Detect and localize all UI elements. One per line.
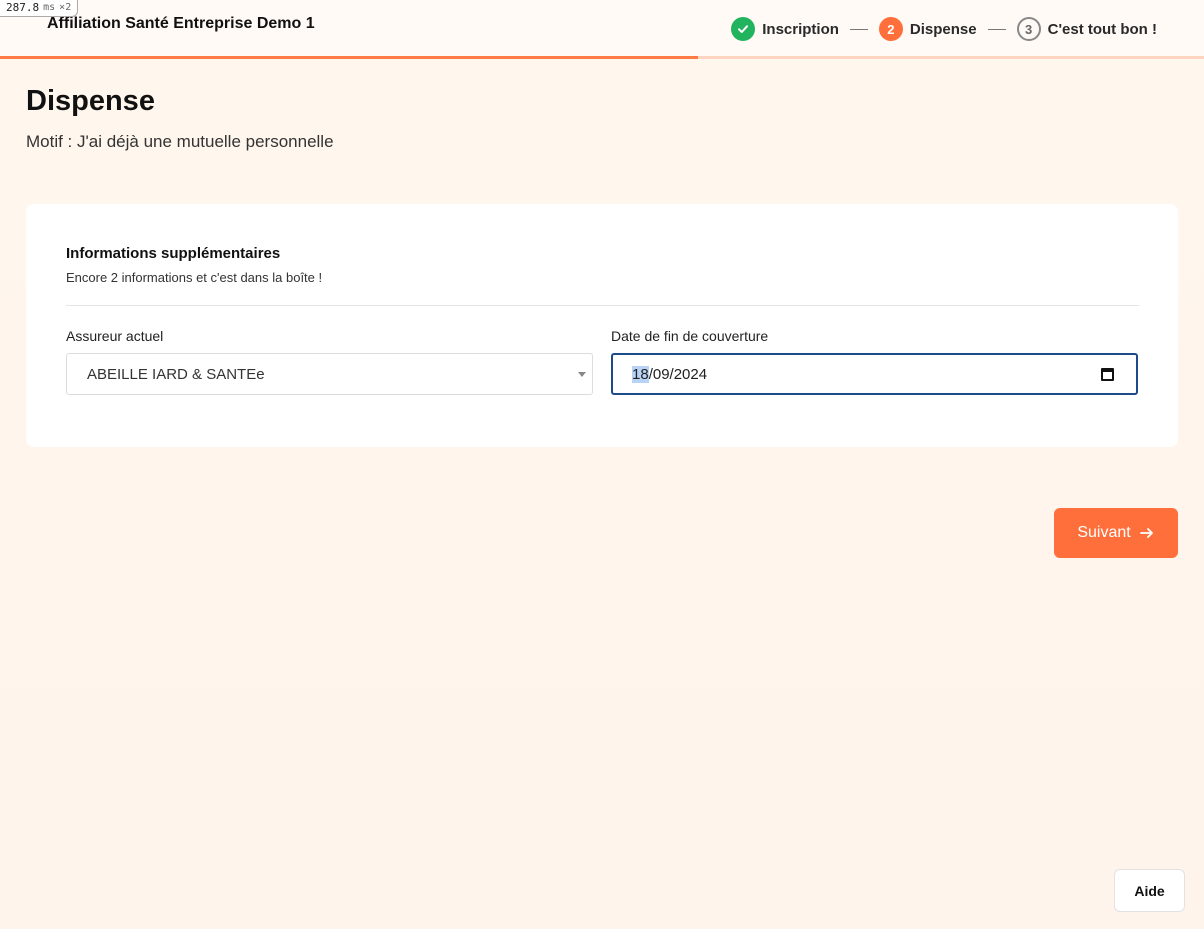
- next-button-label: Suivant: [1077, 524, 1131, 541]
- card-title: Informations supplémentaires: [66, 245, 281, 262]
- step-separator: [849, 28, 868, 30]
- end-date-month-year[interactable]: /09/2024: [649, 366, 707, 383]
- progress-stepper: Inscription 2 Dispense 3 C'est tout bon …: [731, 17, 1157, 41]
- arrow-right-icon: [1139, 528, 1153, 538]
- progress-bar-fill: [0, 56, 699, 59]
- step-1-check-icon: [731, 17, 756, 41]
- step-3-label: C'est tout bon !: [1047, 20, 1157, 38]
- calendar-icon[interactable]: [1101, 368, 1114, 381]
- progress-bar: [0, 56, 1204, 59]
- insurer-selected-value: ABEILLE IARD & SANTEe: [87, 365, 265, 383]
- page-title: Dispense: [26, 85, 155, 117]
- end-date-input[interactable]: 18/09/2024: [611, 353, 1138, 395]
- step-1-label: Inscription: [762, 20, 839, 38]
- step-separator: [987, 28, 1006, 30]
- end-date-label: Date de fin de couverture: [611, 328, 769, 344]
- help-button-label: Aide: [1134, 882, 1165, 899]
- check-icon: [738, 25, 749, 33]
- dispense-reason: Motif : J'ai déjà une mutuelle personnel…: [26, 132, 334, 151]
- caret-down-icon: [578, 372, 586, 377]
- insurer-label: Assureur actuel: [66, 328, 164, 344]
- additional-info-card: Informations supplémentaires Encore 2 in…: [26, 204, 1178, 447]
- perf-timing-badge: 287.8 ms ×2: [0, 0, 79, 17]
- help-button[interactable]: Aide: [1114, 869, 1185, 912]
- perf-timing-value: 287.8: [6, 1, 40, 14]
- step-3-number: 3: [1016, 17, 1041, 41]
- step-2-number: 2: [878, 17, 903, 41]
- perf-timing-unit: ms: [43, 2, 56, 13]
- app-title: Affiliation Santé Entreprise Demo 1: [47, 15, 315, 32]
- card-divider: [66, 305, 1139, 306]
- end-date-day-segment[interactable]: 18: [632, 365, 649, 383]
- step-2-label: Dispense: [909, 20, 977, 38]
- card-subtitle: Encore 2 informations et c'est dans la b…: [66, 270, 323, 285]
- app-header: Affiliation Santé Entreprise Demo 1 Insc…: [0, 0, 1204, 57]
- insurer-select[interactable]: ABEILLE IARD & SANTEe: [66, 353, 593, 395]
- perf-timing-multiplier: ×2: [59, 2, 72, 13]
- next-button[interactable]: Suivant: [1054, 508, 1178, 558]
